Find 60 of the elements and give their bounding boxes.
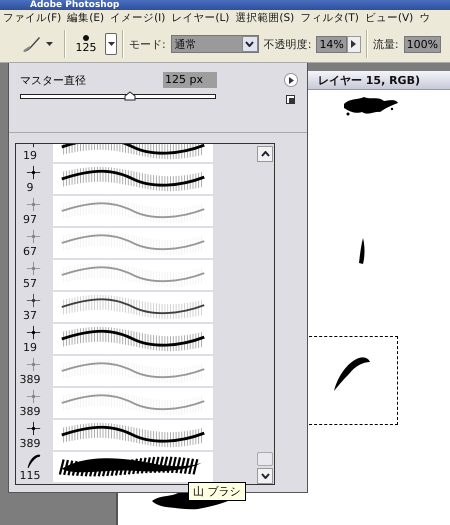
scroll-up-button[interactable] xyxy=(257,146,273,162)
brush-size-label: 97 xyxy=(23,214,38,226)
brush-size-label: 115 xyxy=(20,470,42,482)
brush-size: 125 xyxy=(76,42,96,54)
brush-tip-icon xyxy=(82,34,90,42)
brush-size-label: 389 xyxy=(20,406,42,418)
mode-dropdown[interactable]: 通常 xyxy=(170,35,259,53)
chevron-up-icon xyxy=(260,151,270,157)
brush-preset[interactable]: 389 xyxy=(18,388,257,418)
brush-preset[interactable]: 57 xyxy=(18,260,257,290)
menu-item[interactable]: ファイル(F) xyxy=(3,11,62,25)
brush-preset[interactable]: 389 xyxy=(18,420,257,450)
brush-preset[interactable]: 19 xyxy=(18,324,257,354)
brush-stroke-drawing xyxy=(358,238,366,264)
menu-item[interactable]: ビュー(V) xyxy=(364,11,414,25)
flow-field[interactable]: 100% xyxy=(404,36,442,52)
opacity-label: 不透明度: xyxy=(264,36,312,52)
window-title: Adobe Photoshop xyxy=(30,0,120,10)
menu-item[interactable]: ウ xyxy=(419,11,430,25)
brush-size-label: 389 xyxy=(20,438,42,450)
brush-preset[interactable]: 37 xyxy=(18,292,257,322)
menu-item[interactable]: フィルタ(T) xyxy=(300,11,359,25)
brush-preset[interactable]: 115 xyxy=(18,452,257,482)
caret-icon xyxy=(108,42,114,46)
menu-item[interactable]: 編集(E) xyxy=(67,11,104,25)
scroll-down-button[interactable] xyxy=(257,468,273,484)
triangle-right-icon xyxy=(288,76,294,84)
triangle-right-icon xyxy=(351,40,356,48)
tooltip: 山 ブラシ xyxy=(188,482,246,501)
chevron-down-icon xyxy=(260,473,270,479)
mode-label: モード: xyxy=(129,36,166,52)
brush-size-label: 67 xyxy=(23,246,38,258)
brush-preset[interactable]: 19 xyxy=(18,144,257,162)
flow-label: 流量: xyxy=(372,36,399,52)
brush-preset[interactable]: 97 xyxy=(18,196,257,226)
menu-item[interactable]: レイヤー(L) xyxy=(171,11,230,25)
opacity-field[interactable]: 14% xyxy=(316,36,347,52)
chevron-down-icon xyxy=(245,41,254,47)
brush-size-label: 37 xyxy=(23,310,38,322)
brush-dropdown-button[interactable] xyxy=(105,33,117,55)
brush-size-label: 389 xyxy=(20,374,42,386)
diameter-label: マスター直径 xyxy=(20,72,86,88)
new-preset-icon xyxy=(286,95,295,104)
brush-preset[interactable]: 67 xyxy=(18,228,257,258)
panel-menu-button[interactable] xyxy=(284,73,298,87)
leaf-shape-icon xyxy=(27,454,40,468)
document-title: レイヤー 15, RGB) xyxy=(318,72,420,88)
brush-preset[interactable]: 9 xyxy=(18,164,257,194)
diameter-field[interactable]: 125 px xyxy=(163,72,217,88)
menu-item[interactable]: イメージ(I) xyxy=(110,11,166,25)
opacity-slider-button[interactable] xyxy=(346,36,361,52)
brush-stroke-drawing xyxy=(333,356,371,392)
brush-size-label: 19 xyxy=(23,150,38,162)
brush-size-label: 9 xyxy=(26,182,34,194)
scroll-thumb[interactable] xyxy=(257,452,273,466)
caret-icon xyxy=(46,42,53,46)
menu-item[interactable]: 選択範囲(S) xyxy=(235,11,294,25)
brush-size-label: 57 xyxy=(23,278,38,290)
brush-preset[interactable]: 389 xyxy=(18,356,257,386)
brush-size-label: 19 xyxy=(23,342,38,354)
